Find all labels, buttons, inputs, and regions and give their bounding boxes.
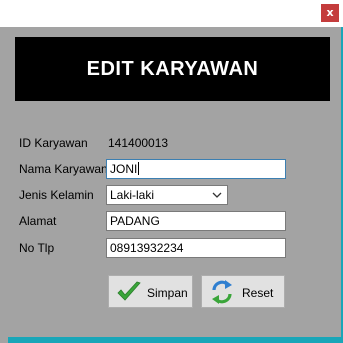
gender-label: Jenis Kelamin <box>19 188 94 202</box>
text-caret <box>138 162 140 175</box>
gender-select[interactable]: Laki-laki <box>106 185 228 205</box>
name-input[interactable]: JONI <box>106 159 286 179</box>
phone-value: 08913932234 <box>110 241 184 255</box>
banner-title: EDIT KARYAWAN <box>15 37 330 101</box>
title-bar[interactable]: x <box>0 0 343 27</box>
address-value: PADANG <box>110 214 160 228</box>
reset-button[interactable]: Reset <box>201 275 285 308</box>
chevron-down-icon[interactable] <box>211 188 223 202</box>
address-label: Alamat <box>19 214 57 228</box>
reset-label: Reset <box>242 286 274 300</box>
address-input[interactable]: PADANG <box>106 211 286 231</box>
name-label: Nama Karyawan <box>19 162 108 176</box>
phone-label: No Tlp <box>19 241 55 255</box>
close-button[interactable]: x <box>321 4 339 22</box>
check-icon <box>117 281 141 301</box>
close-icon: x <box>326 6 334 19</box>
name-value: JONI <box>110 162 138 176</box>
edit-karyawan-dialog: x EDIT KARYAWAN ID Karyawan 141400013 Na… <box>0 0 343 343</box>
id-label: ID Karyawan <box>19 136 88 150</box>
id-value: 141400013 <box>108 136 169 150</box>
gender-value: Laki-laki <box>110 188 155 202</box>
save-label: Simpan <box>147 286 188 300</box>
refresh-icon <box>212 280 232 304</box>
phone-input[interactable]: 08913932234 <box>106 238 286 258</box>
save-button[interactable]: Simpan <box>108 275 193 308</box>
dialog-left-edge <box>0 27 8 343</box>
